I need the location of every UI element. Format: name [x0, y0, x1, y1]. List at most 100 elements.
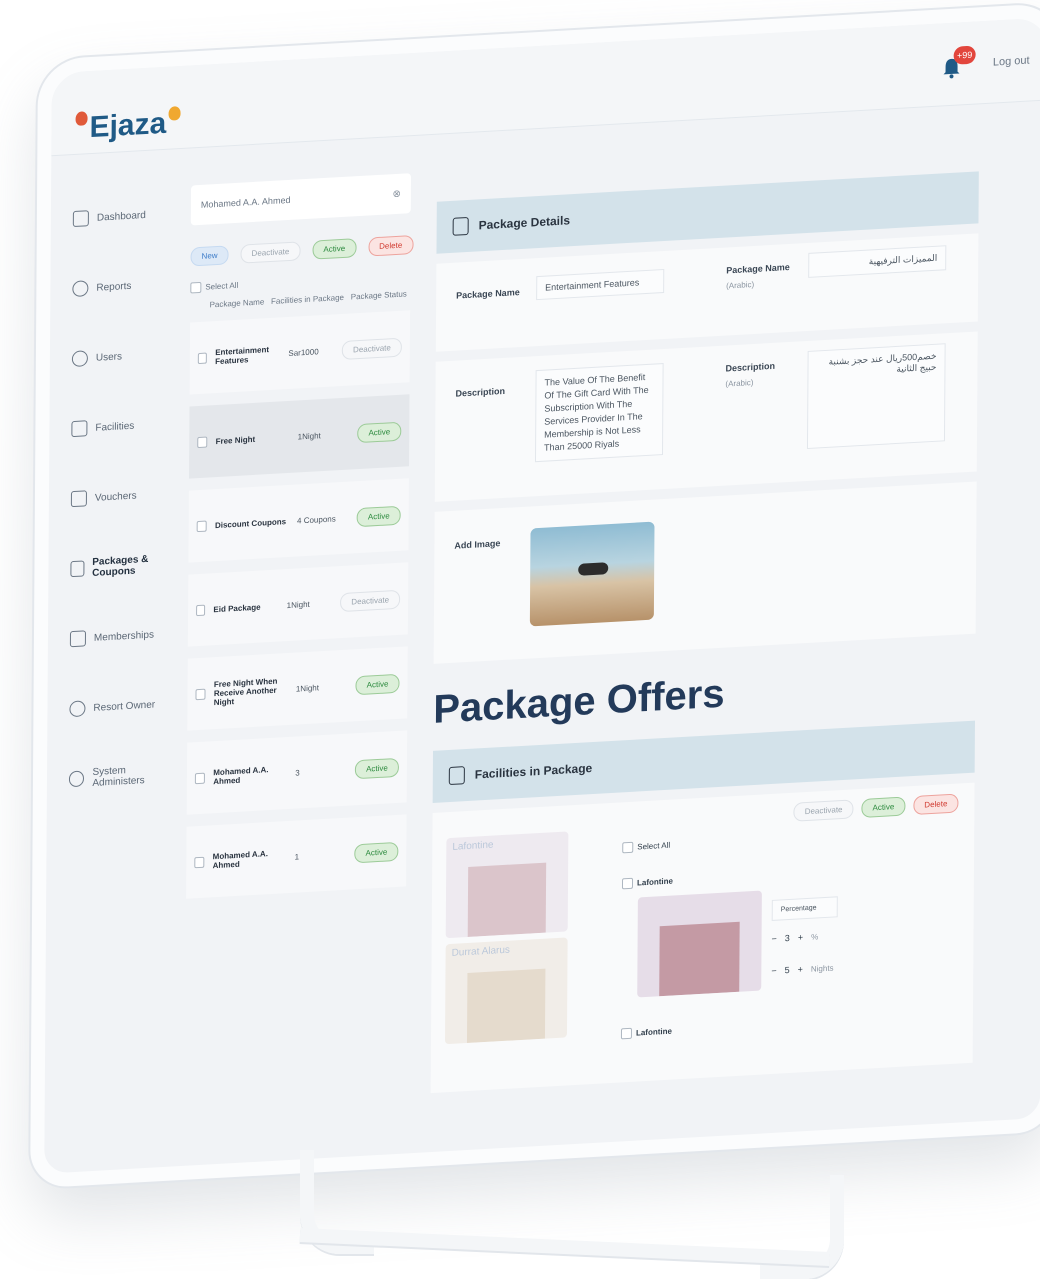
row-package-name: Entertainment Features: [215, 345, 270, 367]
row-facilities: 1: [294, 851, 300, 862]
facility-delete-button[interactable]: Delete: [913, 793, 959, 816]
quantity-value[interactable]: 3: [785, 933, 790, 943]
table-row[interactable]: Mohamed A.A. Ahmed 3 Active: [186, 730, 408, 815]
facility-select-all[interactable]: Select All: [622, 840, 670, 854]
table-row[interactable]: Discount Coupons 4 Coupons Active: [188, 478, 409, 563]
facility-select-all-label: Select All: [637, 840, 671, 852]
search-value: Mohamed A.A. Ahmed: [200, 194, 291, 210]
row-package-name: Discount Coupons: [214, 516, 287, 530]
notification-count-badge: +99: [953, 45, 976, 65]
facility-name: Lafontine: [636, 876, 674, 888]
building-shape: [466, 968, 546, 1044]
column-header-facilities[interactable]: Facilities in Package: [271, 293, 344, 306]
building-shape: [467, 862, 547, 937]
logout-link[interactable]: Log out: [993, 55, 1030, 69]
row-facilities: 3: [295, 767, 300, 778]
description-arabic-label: Description: [725, 360, 776, 374]
facility-checkbox[interactable]: [621, 877, 634, 890]
row-package-name: Mohamed A.A. Ahmed: [213, 765, 269, 787]
main-content: Package Details Package Name Entertainme…: [430, 171, 979, 1094]
description-arabic-input[interactable]: خصم500ريال عند حجز بشنبة حبيج الثانية: [806, 343, 946, 449]
add-image-card: Add Image: [433, 481, 977, 664]
increment-button[interactable]: +: [798, 932, 803, 942]
sidebar-item-resort-owner[interactable]: Resort Owner: [47, 668, 177, 745]
offer-type-select[interactable]: Percentage: [771, 896, 838, 921]
ejaza-logo[interactable]: Ejaza: [73, 106, 182, 146]
row-status-badge: Active: [355, 757, 399, 779]
sidebar-item-label: Vouchers: [94, 489, 137, 504]
users-icon: [71, 350, 88, 368]
facilities-icon: [71, 420, 88, 438]
new-button[interactable]: New: [190, 245, 229, 267]
balloon-icon: [75, 111, 88, 126]
row-status-badge: Active: [355, 673, 400, 695]
row-facilities: 4 Coupons: [297, 513, 336, 526]
sidebar-item-label: Facilities: [95, 420, 135, 434]
quantity-value[interactable]: 5: [785, 965, 790, 975]
deactivate-button[interactable]: Deactivate: [240, 241, 301, 264]
sidebar-item-users[interactable]: Users: [50, 318, 180, 395]
search-field[interactable]: Mohamed A.A. Ahmed ⊗: [190, 173, 412, 226]
table-row[interactable]: Free Night When Receive Another Night 1Ni…: [187, 646, 408, 731]
sidebar-item-facilities[interactable]: Facilities: [49, 388, 179, 465]
decrement-button[interactable]: −: [772, 934, 777, 944]
sidebar-item-system-administers[interactable]: System Administers: [47, 738, 177, 815]
quantity-stepper: −5 + Nights: [771, 963, 833, 976]
select-all-label: Select All: [205, 280, 239, 292]
memberships-icon: [69, 630, 86, 648]
facility-thumbnail[interactable]: Lafontine: [445, 831, 569, 939]
tablet-frame: Ejaza +99 Log out Dashboard Reports User…: [30, 2, 1040, 1189]
facility-deactivate-button[interactable]: Deactivate: [793, 799, 854, 822]
delete-button[interactable]: Delete: [368, 235, 414, 257]
row-package-name: Eid Package: [213, 602, 261, 614]
section-title: Facilities in Package: [474, 761, 593, 782]
column-header-package-name[interactable]: Package Name: [210, 297, 265, 309]
package-name-label: Package Name: [456, 287, 520, 301]
row-checkbox[interactable]: [194, 772, 206, 784]
row-checkbox[interactable]: [196, 520, 208, 532]
facility-item[interactable]: Lafontine: [621, 876, 674, 890]
description-card: Description The Value Of The Benefit Of …: [434, 331, 978, 502]
clear-search-icon[interactable]: ⊗: [392, 188, 400, 199]
facility-name: Lafontine: [635, 1026, 672, 1038]
table-row[interactable]: Mohamed A.A. Ahmed 1 Active: [186, 814, 407, 899]
row-checkbox[interactable]: [197, 352, 208, 364]
description-input[interactable]: The Value Of The Benefit Of The Gift Car…: [534, 363, 664, 463]
column-header-status[interactable]: Package Status: [351, 289, 407, 301]
quantity-stepper: −3 +%: [772, 931, 819, 944]
sidebar-item-reports[interactable]: Reports: [50, 248, 180, 325]
table-row[interactable]: Entertainment Features Sar1000 Deactivate: [189, 310, 411, 395]
facility-activate-button[interactable]: Active: [861, 796, 906, 818]
select-all-checkbox[interactable]: [190, 281, 202, 294]
add-image-label: Add Image: [454, 538, 501, 551]
decrement-button[interactable]: −: [771, 966, 776, 976]
package-name-input[interactable]: Entertainment Features: [536, 268, 665, 301]
sidebar-item-vouchers[interactable]: Vouchers: [49, 458, 179, 535]
package-image[interactable]: [529, 521, 655, 627]
facility-thumbnail[interactable]: Durrat Alarus: [444, 937, 568, 1045]
admins-icon: [68, 770, 85, 788]
row-checkbox[interactable]: [196, 604, 206, 616]
facility-item[interactable]: Lafontine: [620, 1026, 672, 1040]
facility-select-all-checkbox[interactable]: [622, 841, 634, 854]
sidebar-item-packages[interactable]: Packages & Coupons: [48, 528, 178, 605]
table-row[interactable]: Eid Package 1Night Deactivate: [187, 562, 409, 647]
sidebar-item-memberships[interactable]: Memberships: [48, 598, 178, 675]
package-name-arabic-input[interactable]: المميزات الترفيهية: [808, 245, 947, 278]
quantity-unit: %: [811, 931, 819, 942]
facility-checkbox[interactable]: [620, 1027, 632, 1040]
activate-button[interactable]: Active: [312, 238, 357, 260]
row-checkbox[interactable]: [197, 436, 208, 448]
increment-button[interactable]: +: [798, 964, 803, 974]
row-status-badge: Active: [356, 505, 401, 527]
table-row[interactable]: Free Night 1Night Active: [189, 394, 410, 479]
facility-image: [637, 890, 762, 998]
sidebar-item-label: Reports: [96, 280, 132, 294]
sidebar-item-dashboard[interactable]: Dashboard: [51, 178, 181, 255]
package-offers-title: Package Offers: [433, 671, 725, 732]
sunglasses-shape: [578, 562, 609, 576]
row-checkbox[interactable]: [194, 856, 205, 868]
facility-actions: Deactivate Active Delete: [793, 793, 959, 822]
row-checkbox[interactable]: [195, 688, 206, 700]
section-title: Package Details: [478, 213, 571, 233]
